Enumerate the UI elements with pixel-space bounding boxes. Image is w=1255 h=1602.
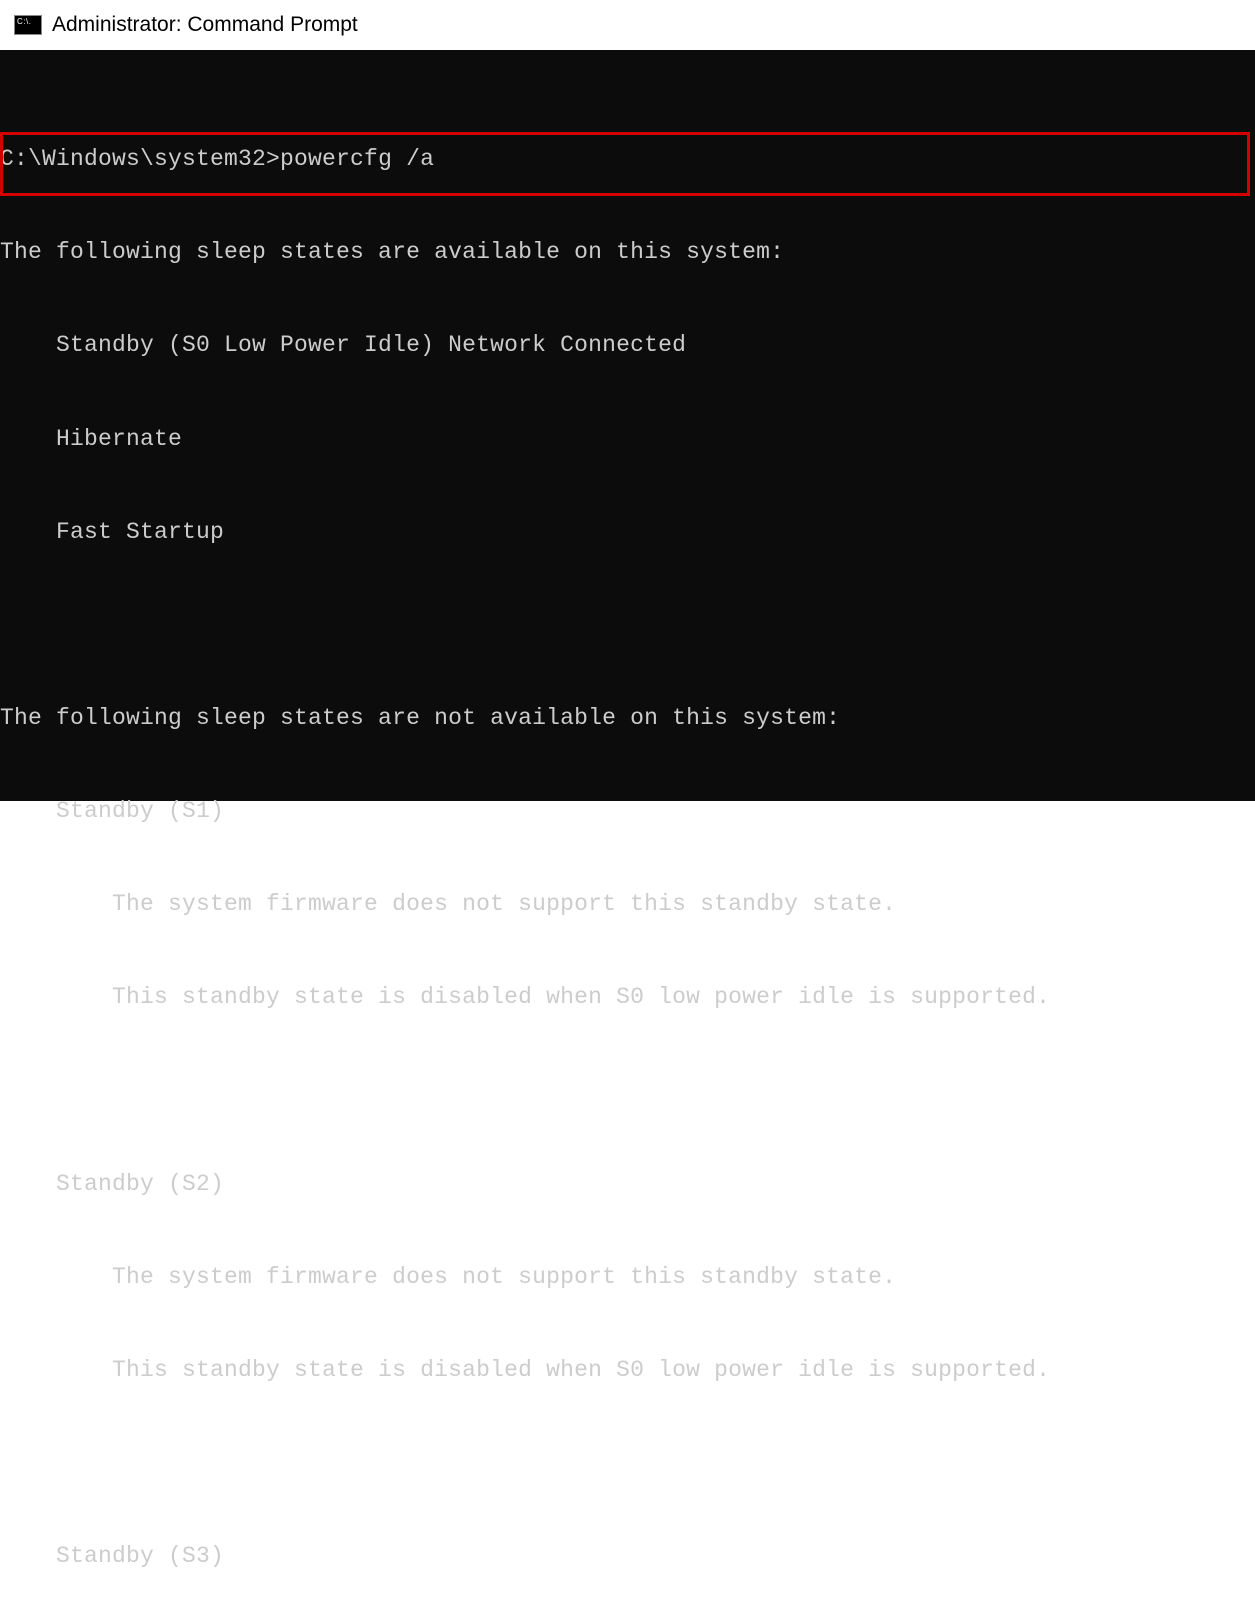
titlebar: C:\. Administrator: Command Prompt <box>0 0 1255 50</box>
terminal-output[interactable]: C:\Windows\system32>powercfg /a The foll… <box>0 50 1255 801</box>
output-line: The system firmware does not support thi… <box>0 889 1255 920</box>
output-line: This standby state is disabled when S0 l… <box>0 1355 1255 1386</box>
output-line: Hibernate <box>0 424 1255 455</box>
output-line: Fast Startup <box>0 517 1255 548</box>
output-line: This standby state is disabled when S0 l… <box>0 982 1255 1013</box>
cmd-icon: C:\. <box>14 15 42 35</box>
output-line <box>0 610 1255 641</box>
output-line: The following sleep states are available… <box>0 237 1255 268</box>
output-line <box>0 1448 1255 1479</box>
output-line <box>0 1075 1255 1106</box>
output-line: The following sleep states are not avail… <box>0 703 1255 734</box>
window-title: Administrator: Command Prompt <box>52 13 358 37</box>
prompt-line: C:\Windows\system32>powercfg /a <box>0 144 1255 175</box>
prompt-path: C:\Windows\system32> <box>0 146 280 172</box>
output-line: Standby (S0 Low Power Idle) Network Conn… <box>0 330 1255 361</box>
output-line: Standby (S3) <box>0 1541 1255 1572</box>
output-line: The system firmware does not support thi… <box>0 1262 1255 1293</box>
output-line: Standby (S2) <box>0 1169 1255 1200</box>
command-text: powercfg /a <box>280 146 434 172</box>
cmd-icon-text: C:\. <box>17 17 31 26</box>
